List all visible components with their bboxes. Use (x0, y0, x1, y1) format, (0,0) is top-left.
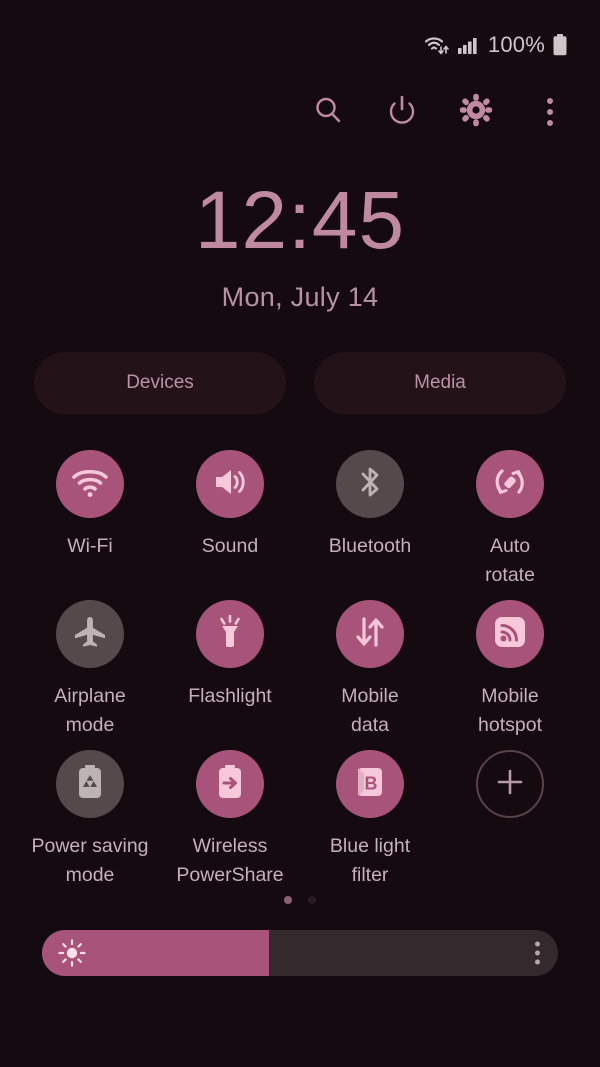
power-icon (386, 94, 418, 131)
toggle-mobile-data[interactable]: Mobile data (300, 594, 440, 740)
toggle-bluetooth-label: Bluetooth (328, 535, 412, 557)
battery-full-icon (552, 33, 568, 57)
chip-row: Devices Media (34, 352, 566, 414)
toggle-power-saving-mode-circle (56, 750, 124, 818)
add-toggle-circle (476, 750, 544, 818)
quick-toggle-grid: Wi-Fi Sound Bluetooth Auto rotate Airpla… (20, 444, 580, 890)
toggle-mobile-data-label: Mobile data (341, 685, 399, 736)
toggle-mobile-hotspot[interactable]: Mobile hotspot (440, 594, 580, 740)
toggle-flashlight[interactable]: Flashlight (160, 594, 300, 740)
toggle-blue-light-filter[interactable]: B Blue light filter (300, 744, 440, 890)
page-dot-2[interactable] (308, 896, 316, 904)
flashlight-icon (213, 614, 247, 655)
airplane-icon (72, 614, 108, 655)
media-button[interactable]: Media (314, 352, 566, 414)
bluetooth-icon (355, 464, 385, 505)
toggle-auto-rotate-circle (476, 450, 544, 518)
svg-text:B: B (365, 773, 378, 793)
more-options-icon (547, 98, 553, 126)
power-saving-icon (76, 764, 104, 805)
toggle-sound-circle (196, 450, 264, 518)
quick-settings-panel: 100% 12:45 Mon, July 14 Devices Media Wi… (0, 0, 600, 1067)
brightness-sun-icon (58, 939, 86, 967)
toggle-mobile-hotspot-circle (476, 600, 544, 668)
brightness-slider[interactable] (42, 930, 558, 976)
toggle-blue-light-filter-circle: B (336, 750, 404, 818)
more-options-button[interactable] (526, 88, 574, 136)
search-button[interactable] (304, 88, 352, 136)
devices-button[interactable]: Devices (34, 352, 286, 414)
toggle-flashlight-label: Flashlight (188, 685, 272, 707)
auto-rotate-icon (492, 464, 528, 505)
blue-light-icon: B (353, 765, 387, 804)
toggle-airplane-mode-label: Airplane mode (54, 685, 126, 736)
toggle-power-saving-mode-label: Power saving mode (31, 835, 149, 886)
toggle-wifi-circle (56, 450, 124, 518)
toggle-auto-rotate-label: Auto rotate (485, 535, 535, 586)
toggle-mobile-data-circle (336, 600, 404, 668)
toggle-wifi[interactable]: Wi-Fi (20, 444, 160, 590)
status-bar: 100% (0, 0, 600, 90)
toggle-power-saving-mode[interactable]: Power saving mode (20, 744, 160, 890)
power-share-icon (216, 764, 244, 805)
power-button[interactable] (378, 88, 426, 136)
toggle-wireless-powershare-label: Wireless PowerShare (176, 835, 284, 886)
toggle-flashlight-circle (196, 600, 264, 668)
toggle-sound[interactable]: Sound (160, 444, 300, 590)
toggle-wireless-powershare-circle (196, 750, 264, 818)
gear-icon (459, 93, 493, 132)
toggle-blue-light-filter-label: Blue light filter (329, 835, 411, 886)
wifi-icon (71, 466, 109, 503)
page-indicator (0, 896, 600, 904)
toggle-bluetooth-circle (336, 450, 404, 518)
page-dot-1[interactable] (284, 896, 292, 904)
toggle-wifi-label: Wi-Fi (67, 535, 113, 557)
mobile-data-icon (353, 614, 387, 655)
battery-percent-label: 100% (487, 32, 545, 57)
toggle-airplane-mode[interactable]: Airplane mode (20, 594, 160, 740)
toggle-auto-rotate[interactable]: Auto rotate (440, 444, 580, 590)
add-icon (494, 766, 526, 803)
toggle-wireless-powershare[interactable]: Wireless PowerShare (160, 744, 300, 890)
clock-time[interactable]: 12:45 (0, 180, 600, 262)
search-icon (312, 94, 344, 131)
toggle-bluetooth[interactable]: Bluetooth (300, 444, 440, 590)
clock-block: 12:45 Mon, July 14 (0, 180, 600, 313)
toggle-airplane-mode-circle (56, 600, 124, 668)
wifi-transfer-icon (424, 34, 450, 56)
panel-toolbar (304, 88, 574, 136)
volume-icon (212, 465, 248, 504)
cellular-signal-icon (457, 35, 479, 55)
brightness-options-icon[interactable] (535, 941, 540, 965)
settings-button[interactable] (452, 88, 500, 136)
hotspot-icon (493, 615, 527, 654)
add-toggle-button[interactable] (440, 744, 580, 890)
clock-date[interactable]: Mon, July 14 (0, 282, 600, 313)
toggle-sound-label: Sound (201, 535, 259, 557)
toggle-mobile-hotspot-label: Mobile hotspot (478, 685, 542, 736)
